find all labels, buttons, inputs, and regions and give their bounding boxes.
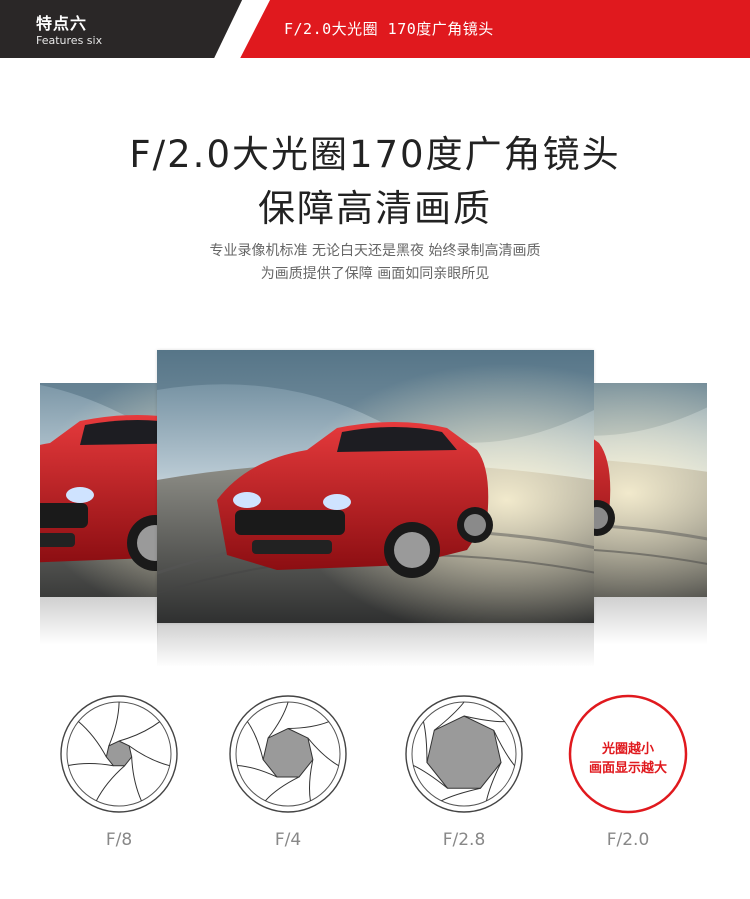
aperture-label-f8: F/8 [105,830,133,850]
feature-title: 特点六 [36,14,88,33]
description-line-2: 为画质提供了保障 画面如同亲眼所见 [260,266,490,282]
banner-text: F/2.0大光圈 170度广角镜头 [284,20,494,38]
car-photo-main [157,350,594,623]
page-subtitle: 保障高清画质 [258,187,492,230]
aperture-label-f20: F/2.0 [606,830,650,850]
aperture-f8-icon [60,695,178,813]
aperture-f4-icon [229,695,347,813]
car-photo-left [40,383,158,597]
aperture-f28-icon [405,695,523,813]
description-line-1: 专业录像机标准 无论白天还是黑夜 始终录制高清画质 [209,243,541,259]
badge-text-line-1: 光圈越小 [601,742,654,757]
photo-reflection-main [157,623,594,667]
aperture-label-f28: F/2.8 [442,830,486,850]
photo-reflection-left [40,597,158,645]
car-photo-right [594,383,707,597]
page-title: F/2.0大光圈170度广角镜头 [129,133,621,176]
feature-subtitle: Features six [36,34,103,47]
photo-reflection-right [594,597,707,645]
aperture-label-f4: F/4 [274,830,302,850]
badge-text-line-2: 画面显示越大 [588,761,667,776]
